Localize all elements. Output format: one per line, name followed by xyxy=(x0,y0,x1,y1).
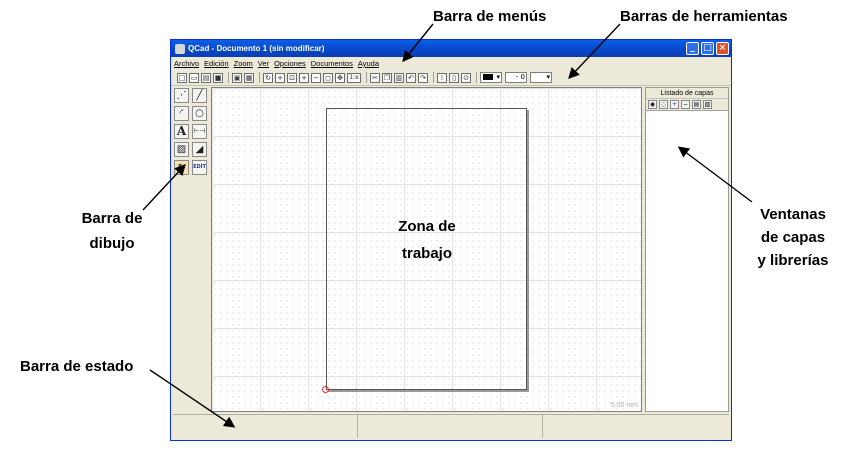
layer-panel: Listado de capas ◉ ◌ + − ▤ ▧ xyxy=(645,87,729,412)
qcad-window: QCad - Documento 1 (sin modificar) _ □ ×… xyxy=(170,39,732,441)
minimize-button[interactable]: _ xyxy=(686,42,699,55)
new-file-icon[interactable]: □ xyxy=(177,72,187,83)
linetype-select[interactable]: ▾ xyxy=(530,72,552,83)
status-cell-1 xyxy=(173,415,358,438)
edit-button[interactable]: EDIT xyxy=(192,160,207,175)
grid-snap-icon[interactable]: + xyxy=(275,72,285,83)
close-button[interactable]: × xyxy=(716,42,729,55)
callout-toolbars: Barras de herramientas xyxy=(620,8,788,25)
zoom-window-icon[interactable]: ◻ xyxy=(323,72,333,83)
undo-icon[interactable]: ↶ xyxy=(406,72,416,83)
toolbar-separator xyxy=(433,72,434,83)
toolbar-separator xyxy=(366,72,367,83)
menu-zoom[interactable]: Zoom xyxy=(234,59,253,68)
text-icon[interactable]: A xyxy=(174,124,189,139)
callout-status-bar: Barra de estado xyxy=(20,358,134,375)
library-icon[interactable]: ⊙ xyxy=(461,72,471,83)
callout-draw-bar: Barra de dibujo xyxy=(72,210,152,252)
menu-opciones[interactable]: Opciones xyxy=(274,59,306,68)
window-title: QCad - Documento 1 (sin modificar) xyxy=(188,44,325,53)
menu-ver[interactable]: Ver xyxy=(258,59,269,68)
redo-icon[interactable]: ↷ xyxy=(418,72,428,83)
remove-layer-icon[interactable]: − xyxy=(681,100,690,109)
width-select[interactable]: - 0 xyxy=(505,72,527,83)
paste-icon[interactable]: ▥ xyxy=(394,72,404,83)
title-bar[interactable]: QCad - Documento 1 (sin modificar) _ □ × xyxy=(171,40,731,57)
color-select[interactable]: ▾ xyxy=(480,72,502,83)
status-bar xyxy=(173,414,729,438)
callout-work-zone-line2: trabajo xyxy=(401,245,452,262)
toolbar-separator xyxy=(259,72,260,83)
layer-panel-toolbar: ◉ ◌ + − ▤ ▧ xyxy=(646,99,728,111)
open-folder-icon[interactable]: ▤ xyxy=(201,72,211,83)
drawing-area[interactable]: Zona de trabajo 5.00 mm xyxy=(211,87,642,412)
main-toolbar: □ ▭ ▤ ■ ▣ ▦ ↻ + ⊡ + − ◻ ✥ 1:x ✂ ❐ ▥ ↶ ↷ … xyxy=(171,70,731,86)
edit-layer-icon[interactable]: ▤ xyxy=(692,100,701,109)
menu-archivo[interactable]: Archivo xyxy=(174,59,199,68)
callout-work-zone-line1: Zona de xyxy=(398,218,456,235)
hide-layers-icon[interactable]: ◌ xyxy=(659,100,668,109)
menu-edicion[interactable]: Edición xyxy=(204,59,229,68)
zoom-out-icon[interactable]: − xyxy=(311,72,321,83)
select-icon[interactable]: ↖ xyxy=(174,160,189,175)
status-cell-2 xyxy=(358,415,543,438)
zoom-one-button[interactable]: 1:x xyxy=(347,72,361,83)
menu-bar: Archivo Edición Zoom Ver Opciones Docume… xyxy=(171,57,731,70)
callout-menu-bar: Barra de menús xyxy=(433,8,547,25)
open-file-icon[interactable]: ▭ xyxy=(189,72,199,83)
cut-icon[interactable]: ✂ xyxy=(370,72,380,83)
color-swatch xyxy=(483,74,493,80)
callout-draw-bar-line1: Barra de xyxy=(81,210,143,227)
print-icon[interactable]: ▦ xyxy=(244,72,254,83)
dimension-icon[interactable]: ⊢⊣ xyxy=(192,124,207,139)
zoom-in-icon[interactable]: + xyxy=(299,72,309,83)
circle-icon[interactable]: ○ xyxy=(192,106,207,121)
window-controls: _ □ × xyxy=(686,42,729,55)
layer-panel-title: Listado de capas xyxy=(646,88,728,99)
hatch-icon[interactable]: ▨ xyxy=(174,142,189,157)
callout-layers-line2: de capas xyxy=(760,229,826,246)
line-icon[interactable]: ╱ xyxy=(192,88,207,103)
draw-toolbar: ⋰ ╱ ◜ ○ A ⊢⊣ ▨ ◢ ↖ EDIT xyxy=(174,88,210,408)
print-preview-icon[interactable]: ▣ xyxy=(232,72,242,83)
qcad-app-icon xyxy=(175,43,185,54)
points-icon[interactable]: ⋰ xyxy=(174,88,189,103)
copy-icon[interactable]: ❐ xyxy=(382,72,392,83)
toolbar-separator xyxy=(228,72,229,83)
status-cell-3 xyxy=(543,415,729,438)
zoom-auto-icon[interactable]: ⊡ xyxy=(287,72,297,83)
show-layers-icon[interactable]: ◉ xyxy=(648,100,657,109)
layer-list-icon[interactable]: ▯ xyxy=(449,72,459,83)
zoom-pan-icon[interactable]: ✥ xyxy=(335,72,345,83)
add-layer-icon[interactable]: + xyxy=(670,100,679,109)
toolbar-separator xyxy=(476,72,477,83)
grid-scale-label: 5.00 mm xyxy=(610,402,638,409)
save-icon[interactable]: ■ xyxy=(213,72,223,83)
grid-toggle-icon[interactable]: ⁞ xyxy=(437,72,447,83)
layer-list[interactable] xyxy=(646,111,728,411)
callout-layers-line1: Ventanas xyxy=(760,206,826,223)
layer-properties-icon[interactable]: ▧ xyxy=(703,100,712,109)
callout-draw-bar-line2: dibujo xyxy=(89,235,135,252)
measure-icon[interactable]: ◢ xyxy=(192,142,207,157)
callout-layers: Ventanas de capas y librerías xyxy=(748,206,838,269)
origin-marker-icon xyxy=(322,386,329,393)
redraw-icon[interactable]: ↻ xyxy=(263,72,273,83)
arc-icon[interactable]: ◜ xyxy=(174,106,189,121)
menu-ayuda[interactable]: Ayuda xyxy=(358,59,379,68)
menu-documentos[interactable]: Documentos xyxy=(311,59,353,68)
callout-layers-line3: y librerías xyxy=(757,252,829,269)
maximize-button[interactable]: □ xyxy=(701,42,714,55)
callout-work-zone: Zona de trabajo xyxy=(382,218,472,262)
